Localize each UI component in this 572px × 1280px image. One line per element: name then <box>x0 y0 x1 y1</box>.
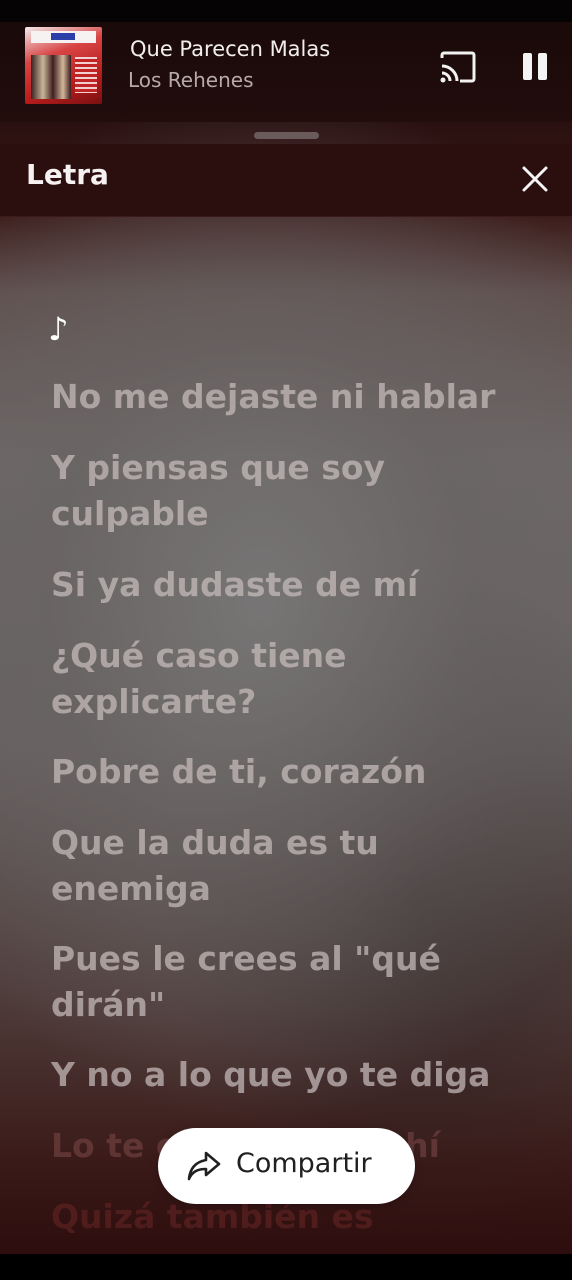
lyric-line[interactable]: Que la duda es tu enemiga <box>51 820 521 912</box>
lyric-line[interactable]: No me dejaste ni hablar <box>51 374 521 420</box>
track-artist[interactable]: Los Rehenes <box>128 68 254 92</box>
track-title[interactable]: Que Parecen Malas <box>130 37 330 61</box>
lyrics-title: Letra <box>26 158 109 191</box>
mini-player[interactable]: Que Parecen Malas Los Rehenes <box>0 22 572 122</box>
pause-icon[interactable] <box>518 50 552 84</box>
share-icon <box>186 1150 222 1182</box>
lyric-line[interactable]: Pues le crees al "qué dirán" <box>51 936 521 1028</box>
lyric-line[interactable]: Si ya dudaste de mí <box>51 562 521 608</box>
lyric-line[interactable]: Y piensas que soy culpable <box>51 445 521 537</box>
album-art[interactable] <box>25 27 102 104</box>
drag-handle[interactable] <box>254 132 319 139</box>
lyrics-screen: Que Parecen Malas Los Rehenes Letra ♪ No… <box>0 0 572 1280</box>
close-icon[interactable] <box>518 162 552 196</box>
lyrics-header: Letra <box>0 144 572 217</box>
lyric-line[interactable]: ¿Qué caso tiene explicarte? <box>51 633 521 725</box>
lyrics-sheet: Letra ♪ No me dejaste ni hablar Y piensa… <box>0 122 572 1254</box>
share-button[interactable]: Compartir <box>158 1128 415 1204</box>
music-note-icon: ♪ <box>48 310 69 348</box>
share-label: Compartir <box>236 1148 372 1179</box>
cast-icon[interactable] <box>438 50 478 84</box>
lyric-line[interactable]: Pobre de ti, corazón <box>51 749 521 795</box>
navigation-bar <box>0 1254 572 1280</box>
status-bar <box>0 0 572 22</box>
lyric-line[interactable]: Y no a lo que yo te diga <box>51 1052 521 1098</box>
